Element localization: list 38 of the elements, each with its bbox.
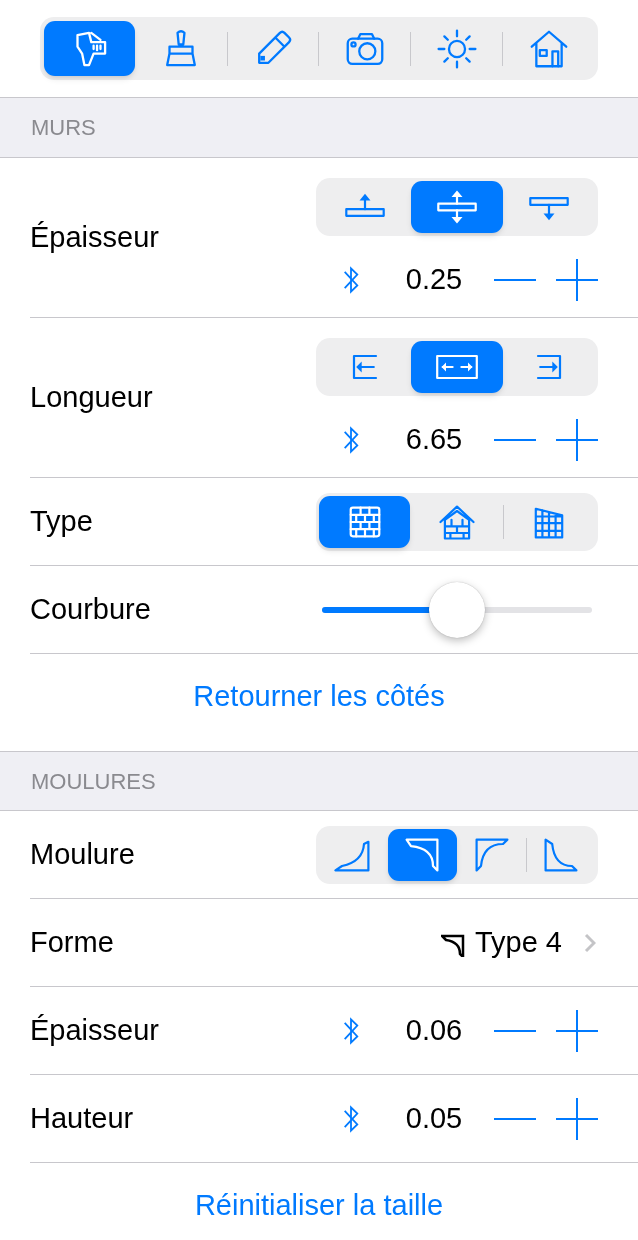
molding-icon xyxy=(440,932,465,957)
text-link-button[interactable]: Réinitialiser la taille xyxy=(194,1184,444,1228)
value-text: 0.06 xyxy=(404,1012,464,1048)
section-title: MURS xyxy=(31,114,96,142)
value-text: 0.05 xyxy=(404,1100,464,1136)
plus-icon xyxy=(556,258,598,301)
plus-icon xyxy=(556,1097,598,1140)
row-label: Hauteur xyxy=(30,1100,134,1136)
plus-button[interactable] xyxy=(556,1008,598,1053)
row-label: Moulure xyxy=(30,836,135,872)
plus-button[interactable] xyxy=(556,1096,598,1141)
slider-thumb[interactable] xyxy=(429,581,485,638)
minus-icon xyxy=(494,1116,536,1121)
row-label: Épaisseur xyxy=(30,1012,159,1048)
value-text: 0.25 xyxy=(404,261,464,297)
plus-button[interactable] xyxy=(556,417,598,462)
segment-button[interactable] xyxy=(411,340,503,393)
row-label: Type xyxy=(30,503,93,539)
minus-icon xyxy=(494,1028,536,1033)
segment-button[interactable] xyxy=(388,828,457,881)
plus-button[interactable] xyxy=(556,257,598,302)
plus-icon xyxy=(556,418,598,461)
section-title: MOULURES xyxy=(31,767,156,796)
disclosure-control[interactable]: Type 4 xyxy=(440,920,598,965)
segment-button[interactable] xyxy=(319,495,411,548)
segment-button[interactable] xyxy=(411,180,503,233)
chevron-icon xyxy=(584,932,596,953)
value-text: 6.65 xyxy=(404,421,464,457)
row-label: Courbure xyxy=(30,591,151,627)
minus-icon xyxy=(494,437,536,442)
toolbar-segment[interactable] xyxy=(44,21,135,76)
value-text: Type 4 xyxy=(474,924,562,960)
row-label: Épaisseur xyxy=(30,219,159,255)
text-link-button[interactable]: Retourner les côtés xyxy=(193,675,445,719)
plus-icon xyxy=(556,1009,598,1052)
minus-icon xyxy=(494,277,536,282)
row-label: Forme xyxy=(30,924,114,960)
row-label: Longueur xyxy=(30,379,153,415)
